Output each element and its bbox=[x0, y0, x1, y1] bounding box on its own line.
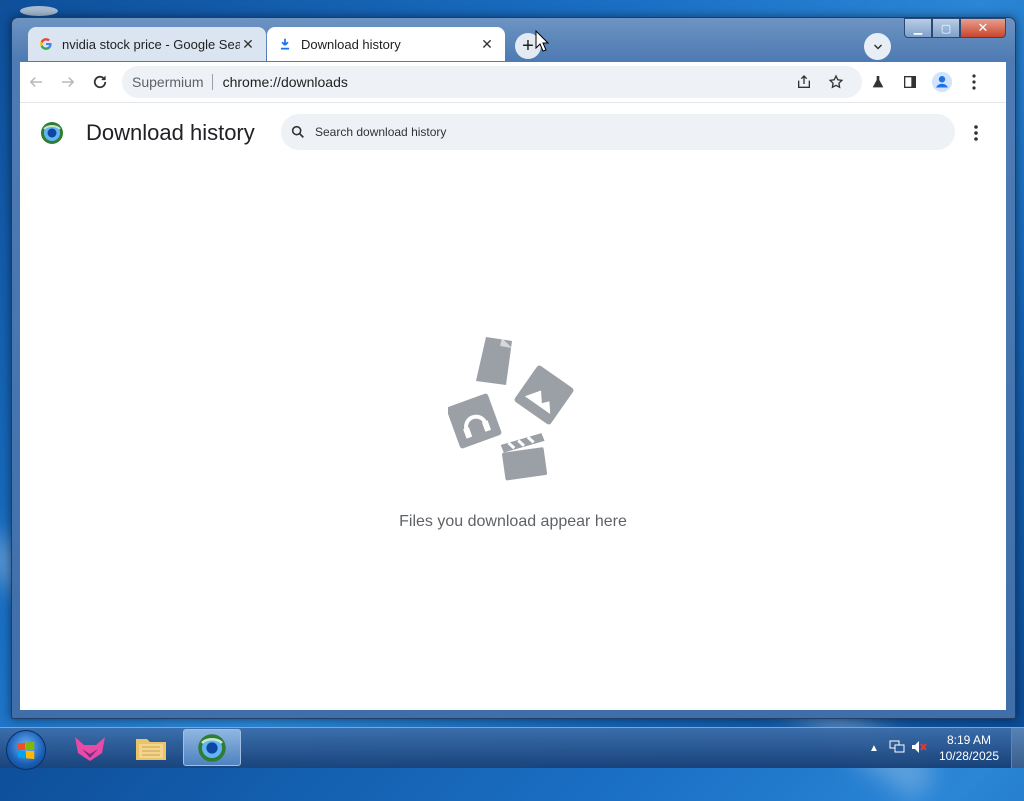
bookmark-star-icon[interactable] bbox=[820, 66, 852, 98]
clock-date: 10/28/2025 bbox=[938, 749, 999, 763]
taskbar-supermium[interactable] bbox=[183, 729, 241, 766]
desktop-icon-fragment bbox=[20, 6, 58, 16]
empty-state: Files you download appear here bbox=[20, 333, 1006, 531]
start-button[interactable] bbox=[6, 730, 46, 770]
browser-toolbar: Supermium chrome://downloads bbox=[20, 62, 1006, 103]
site-chip[interactable]: Supermium bbox=[132, 74, 213, 90]
close-tab-icon[interactable]: ✕ bbox=[240, 36, 256, 53]
clock[interactable]: 8:19 AM 10/28/2025 bbox=[939, 732, 999, 764]
browser-window: ▁ ▢ ✕ nvidia stock price - Google Search… bbox=[11, 17, 1016, 719]
browser-menu-icon[interactable] bbox=[958, 66, 990, 98]
tab-title: nvidia stock price - Google Search bbox=[62, 36, 240, 52]
network-icon[interactable] bbox=[889, 740, 905, 757]
share-icon[interactable] bbox=[788, 66, 820, 98]
forward-button[interactable] bbox=[52, 66, 84, 98]
tab-strip: nvidia stock price - Google Search ✕ Dow… bbox=[20, 26, 1007, 62]
close-tab-icon[interactable]: ✕ bbox=[479, 36, 495, 53]
downloads-header: Download history Search download history bbox=[20, 103, 1006, 163]
empty-downloads-illustration-icon bbox=[448, 337, 574, 481]
address-bar[interactable]: Supermium chrome://downloads bbox=[122, 66, 862, 98]
profile-avatar-icon[interactable] bbox=[926, 66, 958, 98]
tab-download-history[interactable]: Download history ✕ bbox=[267, 27, 505, 61]
mouse-cursor-icon bbox=[535, 30, 549, 52]
reload-icon bbox=[93, 75, 107, 89]
search-download-history-input[interactable]: Search download history bbox=[281, 114, 955, 150]
tab-search-button[interactable] bbox=[864, 33, 891, 60]
labs-flask-icon[interactable] bbox=[862, 66, 894, 98]
url-text[interactable]: chrome://downloads bbox=[223, 74, 348, 90]
system-tray: ▲ 8:19 AM 10/28/2025 bbox=[869, 728, 1024, 768]
side-panel-icon[interactable] bbox=[894, 66, 926, 98]
tab-google-search[interactable]: nvidia stock price - Google Search ✕ bbox=[28, 27, 266, 61]
tray-expand-icon[interactable]: ▲ bbox=[869, 743, 879, 754]
google-g-icon bbox=[38, 36, 54, 52]
windows-logo-icon bbox=[17, 741, 35, 760]
taskbar-app-1[interactable] bbox=[61, 729, 119, 766]
show-desktop-button[interactable] bbox=[1011, 728, 1024, 768]
reload-button[interactable] bbox=[84, 66, 116, 98]
supermium-taskbar-icon bbox=[198, 733, 226, 762]
supermium-logo-icon bbox=[40, 121, 64, 145]
chevron-down-icon bbox=[873, 43, 882, 50]
pink-fox-app-icon bbox=[75, 736, 105, 761]
taskbar-file-explorer[interactable] bbox=[122, 729, 180, 766]
page-title: Download history bbox=[86, 120, 255, 145]
back-button[interactable] bbox=[20, 66, 52, 98]
volume-muted-icon[interactable] bbox=[911, 740, 927, 757]
arrow-left-icon bbox=[29, 76, 42, 88]
search-icon bbox=[281, 124, 315, 140]
more-actions-icon[interactable] bbox=[966, 121, 986, 145]
folder-icon bbox=[136, 738, 166, 760]
tab-title: Download history bbox=[301, 36, 401, 52]
arrow-right-icon bbox=[62, 76, 75, 88]
download-icon bbox=[277, 36, 293, 52]
empty-message: Files you download appear here bbox=[399, 513, 627, 530]
taskbar: ▲ 8:19 AM 10/28/2025 bbox=[0, 727, 1024, 770]
clock-time: 8:19 AM bbox=[946, 733, 991, 747]
search-placeholder: Search download history bbox=[315, 125, 447, 139]
downloads-page: Download history Search download history bbox=[20, 103, 1006, 710]
